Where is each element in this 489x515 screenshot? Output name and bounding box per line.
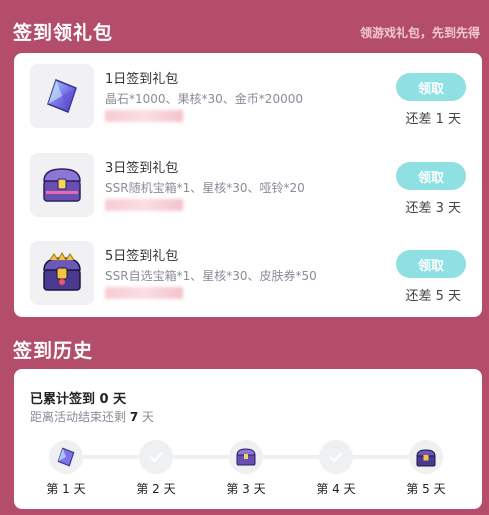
blurred-text bbox=[105, 199, 183, 211]
day-1-node[interactable] bbox=[49, 440, 83, 474]
remaining-days-text: 距离活动结束还剩 7 天 bbox=[30, 410, 155, 424]
gift-description: SSR随机宝箱*1、星核*30、哑铃*20 bbox=[105, 181, 305, 195]
treasure-chest-icon bbox=[236, 448, 256, 466]
days-remaining: 还差 3 天 bbox=[405, 201, 461, 216]
gift-title: 5日签到礼包 bbox=[105, 249, 179, 264]
check-icon bbox=[329, 452, 343, 463]
day-5-node[interactable] bbox=[409, 440, 443, 474]
signed-days-text: 已累计签到 0 天 bbox=[30, 392, 127, 407]
gift-description: 晶石*1000、果核*30、金币*20000 bbox=[105, 92, 303, 106]
gift-list-card: 1日签到礼包 晶石*1000、果核*30、金币*20000 领取 还差 1 天 … bbox=[14, 53, 482, 317]
blurred-text bbox=[105, 110, 183, 122]
history-title: 签到历史 bbox=[13, 340, 94, 362]
gift-description: SSR自选宝箱*1、星核*30、皮肤券*50 bbox=[105, 269, 317, 283]
check-icon bbox=[149, 452, 163, 463]
day-2-node[interactable] bbox=[139, 440, 173, 474]
gift-title: 3日签到礼包 bbox=[105, 161, 179, 176]
signed-days-count: 0 bbox=[99, 392, 109, 407]
crystal-icon bbox=[30, 64, 94, 128]
gift-item-day1: 1日签到礼包 晶石*1000、果核*30、金币*20000 领取 还差 1 天 bbox=[14, 53, 482, 141]
day-label: 第 4 天 bbox=[316, 482, 356, 496]
page-subtitle: 领游戏礼包，先到先得 bbox=[359, 26, 480, 40]
day-label: 第 2 天 bbox=[136, 482, 176, 496]
crystal-icon bbox=[57, 447, 75, 467]
gold-chest-icon bbox=[416, 448, 436, 466]
days-remaining: 还差 5 天 bbox=[405, 289, 461, 304]
day-label: 第 3 天 bbox=[226, 482, 266, 496]
day-label: 第 1 天 bbox=[46, 482, 86, 496]
day-label: 第 5 天 bbox=[406, 482, 446, 496]
page-title: 签到领礼包 bbox=[13, 22, 114, 44]
day-4-node[interactable] bbox=[319, 440, 353, 474]
claim-button[interactable]: 领取 bbox=[396, 73, 466, 101]
blurred-text bbox=[105, 287, 183, 299]
gift-item-day5: 5日签到礼包 SSR自选宝箱*1、星核*30、皮肤券*50 领取 还差 5 天 bbox=[14, 230, 482, 318]
gift-title: 1日签到礼包 bbox=[105, 72, 179, 87]
gold-chest-icon bbox=[30, 241, 94, 305]
days-remaining: 还差 1 天 bbox=[405, 112, 461, 127]
gift-item-day3: 3日签到礼包 SSR随机宝箱*1、星核*30、哑铃*20 领取 还差 3 天 bbox=[14, 142, 482, 230]
claim-button[interactable]: 领取 bbox=[396, 162, 466, 190]
day-3-node[interactable] bbox=[229, 440, 263, 474]
history-card: 已累计签到 0 天 距离活动结束还剩 7 天 第 1 天 第 2 天 第 3 天… bbox=[14, 369, 482, 509]
claim-button[interactable]: 领取 bbox=[396, 250, 466, 278]
treasure-chest-icon bbox=[30, 153, 94, 217]
ends-days-count: 7 bbox=[129, 410, 139, 424]
